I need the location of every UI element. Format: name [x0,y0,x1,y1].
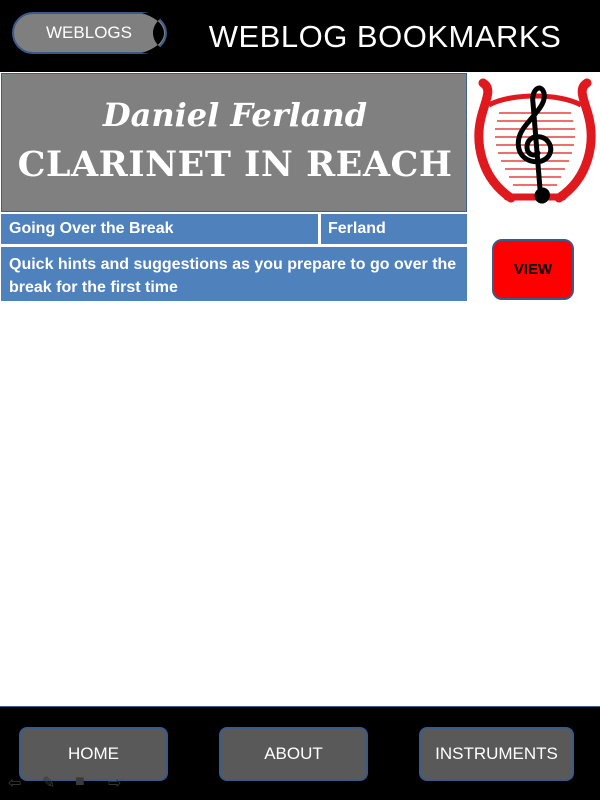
post-title[interactable]: Going Over the Break [1,214,319,244]
blog-banner: Daniel Ferland CLARINET IN REACH [1,73,467,212]
forward-arrow-icon[interactable]: ⇨ [108,773,121,793]
lyre-treble-clef-icon [471,73,600,215]
page-title: WEBLOG BOOKMARKS [208,19,562,54]
top-bar: WEBLOGS WEBLOG BOOKMARKS [0,0,600,72]
slide-icon[interactable]: ■ [75,773,85,791]
pen-icon[interactable]: ✎ [42,773,55,793]
banner-blog-name: CLARINET IN REACH [17,144,453,185]
about-button[interactable]: ABOUT [219,727,368,781]
banner-author: Daniel Ferland [102,96,368,134]
post-description: Quick hints and suggestions as you prepa… [1,247,467,301]
view-button[interactable]: VIEW [492,239,574,300]
back-arrow-icon[interactable]: ⇦ [8,773,21,793]
bottom-nav-bar: HOME ABOUT INSTRUMENTS ⇦ ✎ ■ ⇨ [0,706,600,800]
weblogs-button-label: WEBLOGS [46,23,132,42]
weblogs-button[interactable]: WEBLOGS [12,12,170,54]
instruments-button[interactable]: INSTRUMENTS [419,727,574,781]
post-author: Ferland [321,214,467,244]
slideshow-toolbar: ⇦ ✎ ■ ⇨ [8,773,128,793]
